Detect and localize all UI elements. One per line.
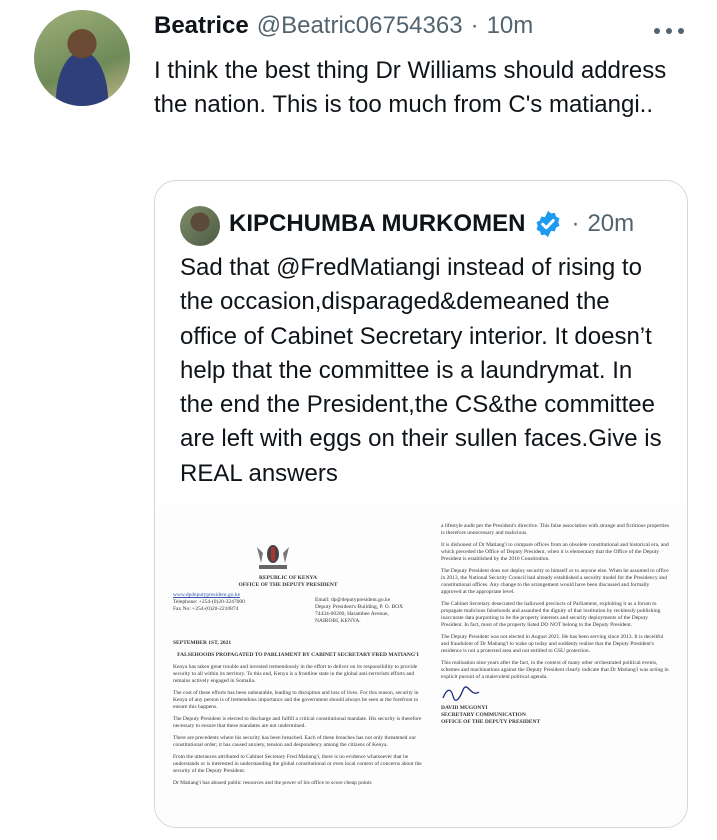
quoted-tweet-header: KIPCHUMBA MURKOMEN · 20m [229, 209, 634, 239]
doc-paragraph: The Deputy President is elected to disch… [173, 716, 422, 729]
doc-office: OFFICE OF THE DEPUTY PRESIDENT [238, 582, 338, 588]
quoted-display-name[interactable]: KIPCHUMBA MURKOMEN [229, 210, 525, 238]
separator-dot: · [470, 12, 479, 39]
doc-heading: FALSEHOODS PROPAGATED TO PARLIAMENT BY C… [177, 652, 419, 658]
tweet-timestamp[interactable]: 10m [487, 12, 534, 40]
tweet-text: I think the best thing Dr Williams shoul… [154, 57, 667, 118]
quoted-tweet-text: Sad that @FredMatiangi instead of rising… [180, 254, 662, 487]
attached-document-image[interactable]: REPUBLIC OF KENYA OFFICE OF THE DEPUTY P… [155, 505, 687, 827]
user-avatar[interactable] [34, 10, 130, 106]
coat-of-arms-icon [257, 545, 289, 569]
document-letterhead-right: Email: dp@deputypresident.go.ke Deputy P… [315, 597, 405, 625]
doc-paragraph: It is dishonest of Dr Matiang'i to compa… [441, 542, 669, 562]
doc-paragraph: From the utterances attributed to Cabine… [173, 754, 422, 774]
doc-paragraph: There are precedents where his security … [173, 735, 417, 748]
document-left-column: SEPTEMBER 1ST, 2021 FALSEHOODS PROPAGATE… [173, 640, 423, 792]
doc-paragraph: The Deputy President was not elected in … [441, 634, 664, 654]
doc-signatory-name: DAVID MUGONYI [441, 705, 488, 711]
doc-paragraph: This realisation nine years after the fa… [441, 660, 669, 680]
document-right-column: a lifestyle audit per the President's di… [441, 523, 671, 726]
user-handle[interactable]: @Beatric06754363 [257, 12, 463, 40]
doc-email: Email: dp@deputypresident.go.ke [315, 597, 391, 603]
doc-republic: REPUBLIC OF KENYA [259, 575, 317, 581]
doc-paragraph: Kenya has taken great trouble and invest… [173, 664, 418, 684]
doc-date: SEPTEMBER 1ST, 2021 [173, 640, 232, 646]
signature-image [442, 686, 480, 701]
quoted-tweet-timestamp[interactable]: 20m [587, 210, 634, 238]
doc-paragraph: The cost of these efforts has been unbea… [173, 690, 419, 710]
more-options-icon[interactable] [654, 26, 686, 36]
tweet-header: Beatrice @Beatric06754363 · 10m [154, 12, 533, 40]
verified-badge-icon [536, 210, 560, 238]
doc-signatory-office: OFFICE OF THE DEPUTY PRESIDENT [441, 719, 541, 725]
doc-paragraph: Dr Matiang'i has abused public resources… [173, 780, 372, 786]
doc-address: Deputy President's Building, P. O. BOX 7… [315, 604, 404, 624]
display-name[interactable]: Beatrice [154, 12, 249, 40]
doc-paragraph: a lifestyle audit per the President's di… [441, 523, 670, 536]
quoted-tweet-card[interactable]: KIPCHUMBA MURKOMEN · 20m Sad that @FredM… [154, 180, 688, 828]
doc-signatory-title: SECRETARY COMMUNICATION [441, 712, 526, 718]
quoted-user-avatar[interactable] [180, 206, 220, 246]
quoted-separator-dot: · [571, 210, 580, 237]
doc-paragraph: The Deputy President does not deploy sec… [441, 568, 669, 595]
doc-paragraph: The Cabinet Secretary desecrated the hal… [441, 601, 661, 628]
